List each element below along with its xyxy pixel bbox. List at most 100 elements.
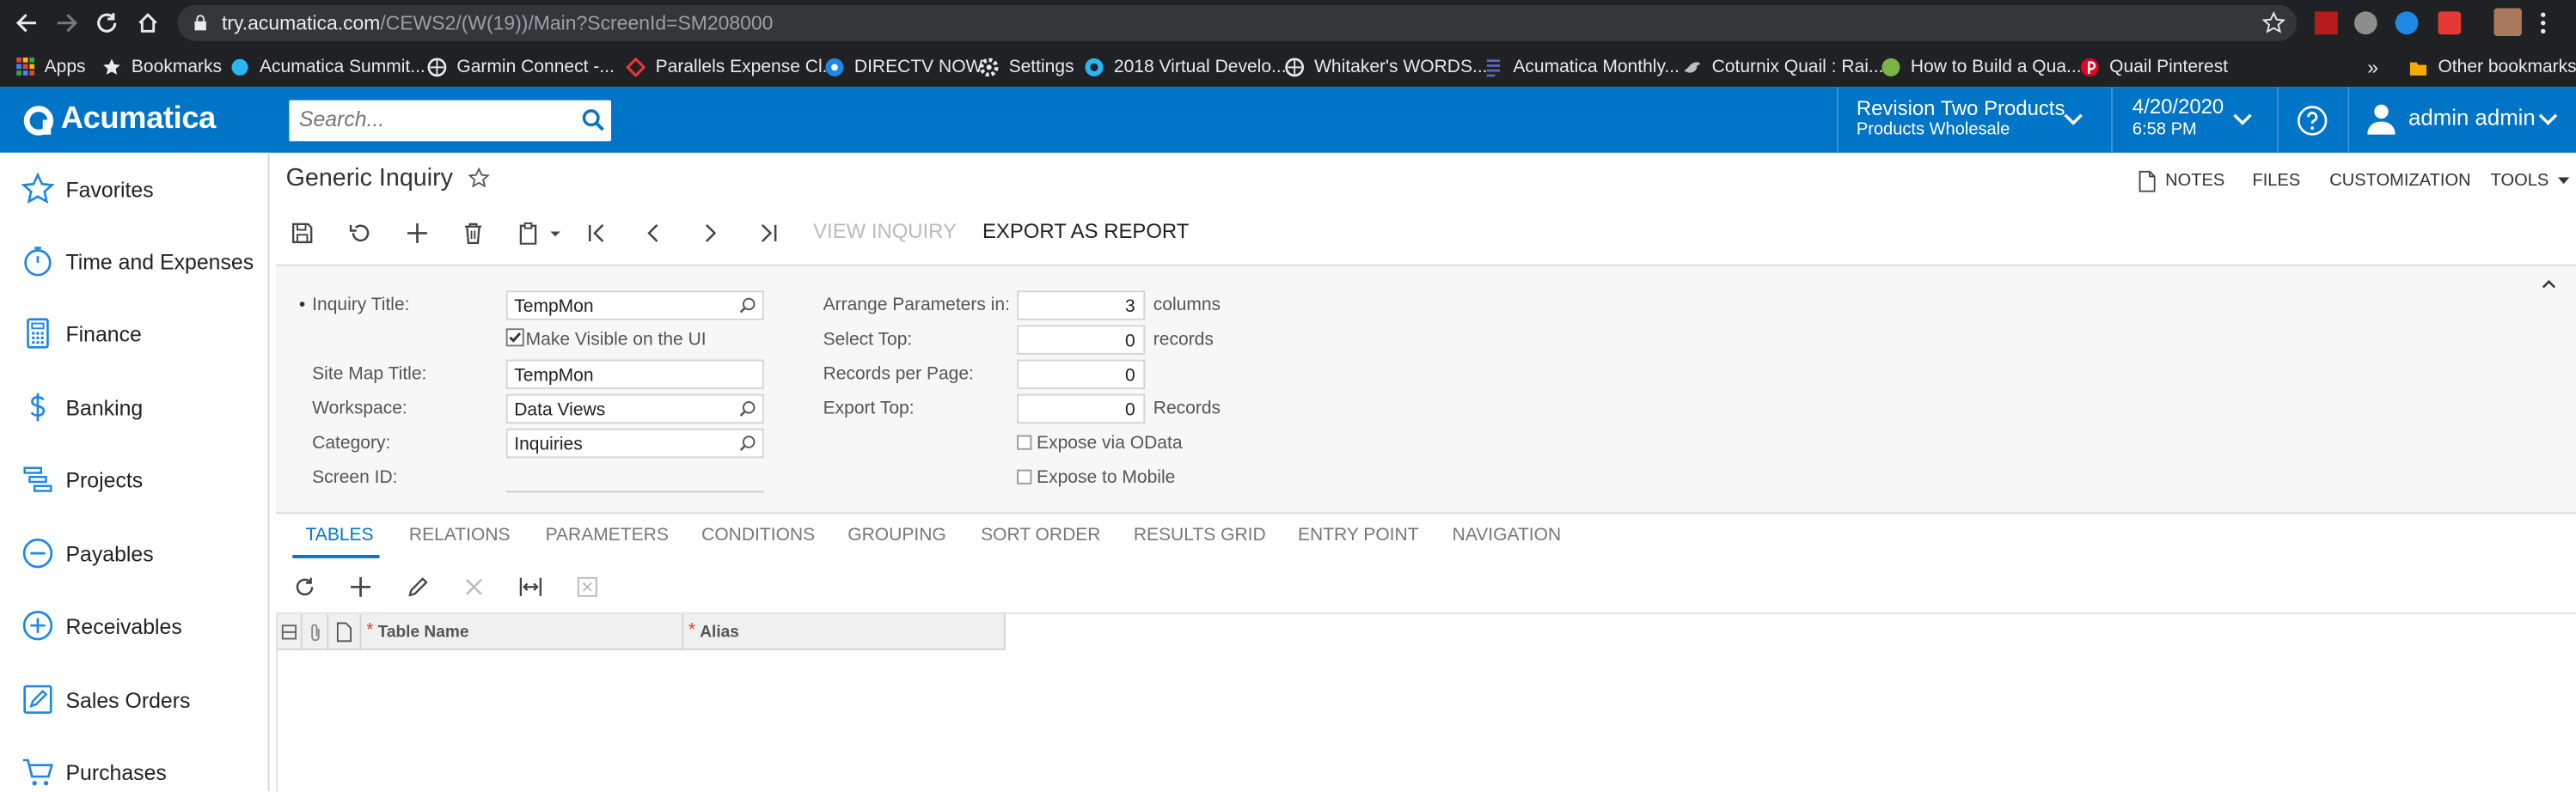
sidebar-item-finance[interactable]: Finance xyxy=(0,302,269,365)
inquiry-title-label: Inquiry Title: xyxy=(312,295,410,315)
bookmark-acumatica-monthly[interactable]: Acumatica Monthly... xyxy=(1484,52,1680,80)
other-bookmarks[interactable]: Other bookmarks xyxy=(2408,52,2576,80)
arrange-parameters-field[interactable]: 3 xyxy=(1017,290,1146,320)
date-selector[interactable]: 4/20/2020 6:58 PM xyxy=(2113,87,2277,152)
grid-export-excel-button[interactable] xyxy=(575,575,598,598)
grid-add-row-button[interactable] xyxy=(348,575,371,598)
add-to-favorites-icon[interactable] xyxy=(468,167,490,189)
profile-avatar[interactable] xyxy=(2493,8,2522,37)
select-top-field[interactable]: 0 xyxy=(1017,325,1146,355)
grid-refresh-button[interactable] xyxy=(292,575,315,598)
files-button[interactable]: FILES xyxy=(2252,171,2300,191)
back-button[interactable] xyxy=(13,9,40,36)
expose-mobile-checkbox[interactable] xyxy=(1017,469,1032,484)
column-alias[interactable]: * Alias xyxy=(683,613,1006,650)
ssc-icon xyxy=(1881,57,1900,76)
bookmark-acumatica-summit[interactable]: Acumatica Summit... xyxy=(230,52,425,80)
extension-globe-icon[interactable] xyxy=(2395,11,2419,35)
collapse-chevron-up-icon[interactable] xyxy=(2542,279,2556,289)
arrow-left-icon xyxy=(15,14,37,33)
previous-record-button[interactable] xyxy=(639,218,669,247)
tab-entry-point[interactable]: ENTRY POINT xyxy=(1298,526,1419,545)
help-icon[interactable] xyxy=(2297,105,2328,136)
last-record-button[interactable] xyxy=(752,218,781,247)
pdf-extension-icon[interactable] xyxy=(2315,11,2338,35)
bookmark-virtual-dev[interactable]: 2018 Virtual Develo... xyxy=(1084,52,1287,80)
add-record-button[interactable] xyxy=(402,218,431,247)
search-icon[interactable] xyxy=(582,108,605,131)
sidebar-item-banking[interactable]: Banking xyxy=(0,376,269,439)
view-inquiry-button[interactable]: VIEW INQUIRY xyxy=(813,220,957,243)
business-date: 4/20/2020 xyxy=(2132,94,2224,119)
bird-icon xyxy=(1682,57,1702,76)
tab-grouping[interactable]: GROUPING xyxy=(847,526,946,545)
acumatica-logo[interactable]: Acumatica xyxy=(23,102,216,138)
workspace-field[interactable]: Data Views xyxy=(505,393,764,424)
header-divider xyxy=(2277,87,2279,153)
next-record-button[interactable] xyxy=(695,218,725,247)
tab-navigation[interactable]: NAVIGATION xyxy=(1453,526,1562,545)
save-button[interactable] xyxy=(287,218,316,247)
bookmarks-overflow-button[interactable]: » xyxy=(2367,52,2378,80)
projects-icon xyxy=(21,463,54,496)
grid-edit-button[interactable] xyxy=(406,575,429,598)
grid-delete-row-button[interactable] xyxy=(462,575,485,598)
branch-name: Products Wholesale xyxy=(1856,119,2010,140)
address-bar[interactable]: try.acumatica.com/CEWS2/(W(19))/Main?Scr… xyxy=(177,4,2298,41)
company-branch-selector[interactable]: Revision Two Products Products Wholesale xyxy=(1839,87,2111,152)
export-top-field[interactable]: 0 xyxy=(1017,393,1146,424)
search-box[interactable] xyxy=(289,100,612,142)
forward-button[interactable] xyxy=(54,9,81,36)
make-visible-checkbox[interactable] xyxy=(505,328,524,347)
column-table-name[interactable]: * Table Name xyxy=(361,613,684,650)
tab-conditions[interactable]: CONDITIONS xyxy=(701,526,815,545)
extension-red-icon[interactable] xyxy=(2438,11,2462,35)
tools-menu-button[interactable]: TOOLS xyxy=(2491,171,2571,191)
bookmark-settings[interactable]: Settings xyxy=(979,52,1074,80)
chevron-down-icon xyxy=(2538,113,2558,125)
category-field[interactable]: Inquiries xyxy=(505,428,764,459)
bookmark-garmin[interactable]: Garmin Connect -... xyxy=(427,52,615,80)
home-button[interactable] xyxy=(135,9,162,36)
inquiry-title-field[interactable]: TempMon xyxy=(505,290,764,320)
bookmark-whitakers[interactable]: Whitaker's WORDS... xyxy=(1285,52,1488,80)
export-as-report-button[interactable]: EXPORT AS REPORT xyxy=(982,220,1189,243)
tab-parameters[interactable]: PARAMETERS xyxy=(546,526,669,545)
sidebar-item-sales-orders[interactable]: Sales Orders xyxy=(0,668,269,731)
bookmark-bookmarks[interactable]: Bookmarks xyxy=(102,52,223,80)
notes-button[interactable]: NOTES xyxy=(2139,169,2224,192)
site-map-title-field[interactable]: TempMon xyxy=(505,359,764,389)
cancel-button[interactable] xyxy=(345,218,374,247)
first-record-button[interactable] xyxy=(584,218,613,247)
extension-u-icon[interactable] xyxy=(2353,11,2377,35)
bookmark-parallels[interactable]: Parallels Expense Cl... xyxy=(626,52,837,80)
delete-button[interactable] xyxy=(458,218,487,247)
reload-button[interactable] xyxy=(94,9,120,36)
user-menu[interactable]: admin admin xyxy=(2349,87,2576,152)
search-input[interactable] xyxy=(298,107,562,131)
copy-paste-menu[interactable] xyxy=(514,218,563,247)
records-per-page-field[interactable]: 0 xyxy=(1017,359,1146,389)
chevron-down-icon xyxy=(2233,113,2252,125)
sidebar-item-projects[interactable]: Projects xyxy=(0,448,269,511)
sidebar-item-favorites[interactable]: Favorites xyxy=(0,157,269,220)
sidebar-item-payables[interactable]: Payables xyxy=(0,522,269,585)
tab-results-grid[interactable]: RESULTS GRID xyxy=(1134,526,1266,545)
browser-menu-icon[interactable] xyxy=(2540,11,2547,34)
bookmark-coturnix[interactable]: Coturnix Quail : Rai... xyxy=(1682,52,1883,80)
bookmark-build-quail[interactable]: How to Build a Qua... xyxy=(1881,52,2082,80)
sidebar-item-time-and-expenses[interactable]: Time and Expenses xyxy=(0,230,269,293)
bookmark-directv[interactable]: DIRECTV NOW xyxy=(824,52,982,80)
tab-sort-order[interactable]: SORT ORDER xyxy=(981,526,1100,545)
tab-relations[interactable]: RELATIONS xyxy=(409,526,511,545)
sidebar-item-receivables[interactable]: Receivables xyxy=(0,594,269,657)
customization-button[interactable]: CUSTOMIZATION xyxy=(2329,171,2470,191)
bookmark-apps[interactable]: Apps xyxy=(15,52,86,80)
expose-odata-checkbox[interactable] xyxy=(1017,435,1032,450)
bookmark-quail-pinterest[interactable]: Quail Pinterest xyxy=(2080,52,2228,80)
sidebar-item-purchases[interactable]: Purchases xyxy=(0,740,269,791)
workspace-label: Workspace: xyxy=(312,399,407,419)
grid-fit-columns-button[interactable] xyxy=(519,575,542,598)
tab-tables[interactable]: TABLES xyxy=(306,526,374,545)
browser-toolbar: try.acumatica.com/CEWS2/(W(19))/Main?Scr… xyxy=(0,0,2576,46)
